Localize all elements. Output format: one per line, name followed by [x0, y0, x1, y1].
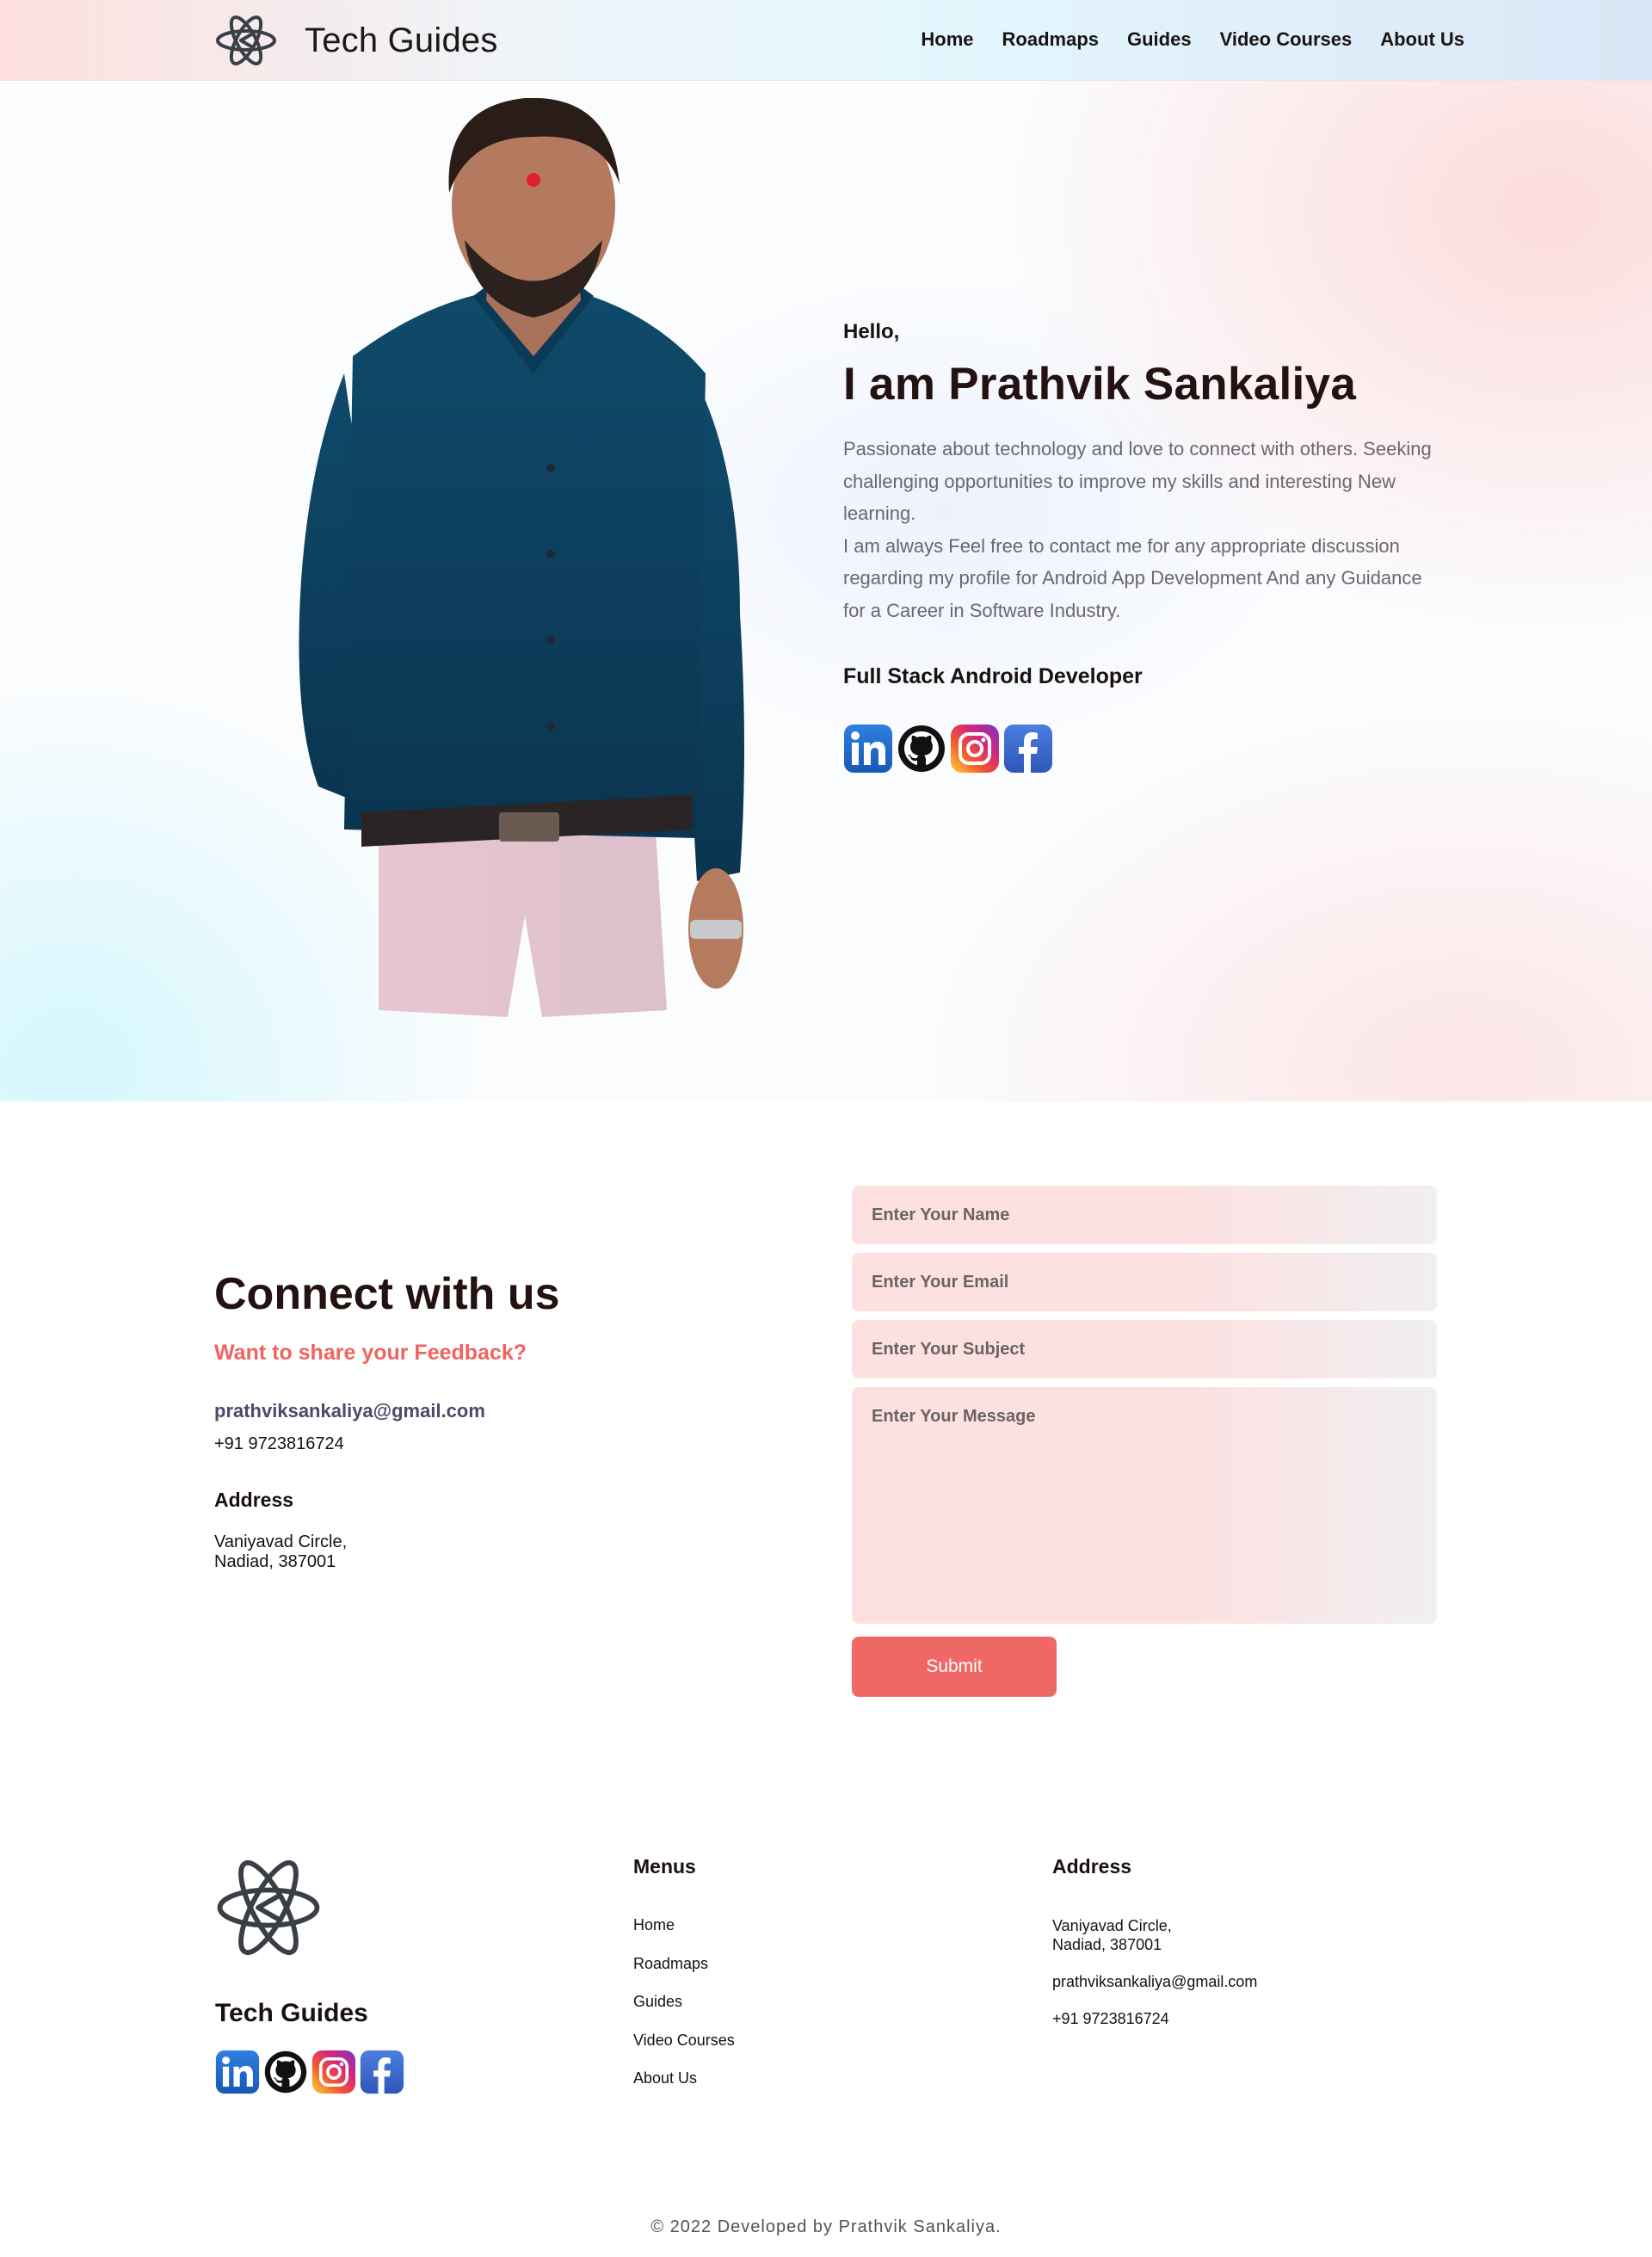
brand-link[interactable]: Tech Guides: [215, 12, 498, 69]
brand-name: Tech Guides: [305, 21, 498, 59]
nav-roadmaps[interactable]: Roadmaps: [1002, 28, 1099, 51]
footer-link-about-us[interactable]: About Us: [633, 2069, 697, 2087]
top-navbar: Tech Guides Home Roadmaps Guides Video C…: [0, 0, 1652, 81]
profile-photo: [299, 98, 744, 1017]
atom-logo-icon: [216, 15, 276, 65]
contact-form: Submit: [852, 1186, 1437, 1697]
footer-social-links: [215, 2050, 404, 2094]
facebook-icon[interactable]: [360, 2050, 404, 2094]
footer-menus-heading: Menus: [633, 1855, 696, 1878]
footer-atom-logo-icon[interactable]: [215, 1852, 322, 1964]
github-icon[interactable]: [263, 2050, 308, 2094]
nav-home[interactable]: Home: [921, 28, 973, 51]
instagram-icon[interactable]: [950, 724, 1000, 774]
github-icon[interactable]: [897, 724, 946, 774]
message-textarea[interactable]: [852, 1387, 1437, 1624]
instagram-icon[interactable]: [311, 2050, 356, 2094]
footer-link-home[interactable]: Home: [633, 1916, 675, 1933]
main-menu: Home Roadmaps Guides Video Courses About…: [921, 28, 1464, 51]
footer-menu-item: Home: [633, 1916, 735, 1955]
footer-address-line2: Nadiad, 387001: [1052, 1936, 1162, 1953]
contact-address-line1: Vaniyavad Circle,: [214, 1532, 348, 1551]
nav-guides[interactable]: Guides: [1127, 28, 1192, 51]
contact-address-heading: Address: [214, 1489, 294, 1511]
contact-address: Vaniyavad Circle, Nadiad, 387001: [214, 1532, 730, 1572]
contact-info: Connect with us Want to share your Feedb…: [214, 1268, 730, 1572]
copyright: © 2022 Developed by Prathvik Sankaliya.: [650, 2217, 1002, 2236]
footer-address: Address Vaniyavad Circle, Nadiad, 387001…: [1052, 1855, 1257, 2028]
hero-text: Hello, I am Prathvik Sankaliya Passionat…: [843, 320, 1446, 774]
footer-menu-list: Home Roadmaps Guides Video Courses About…: [633, 1916, 735, 2108]
footer-link-guides[interactable]: Guides: [633, 1993, 682, 2010]
footer-brand: Tech Guides: [215, 1999, 368, 2027]
footer-menus: Menus Home Roadmaps Guides Video Courses…: [633, 1855, 735, 2108]
hero-description: Passionate about technology and love to …: [843, 433, 1446, 626]
hero-section: Hello, I am Prathvik Sankaliya Passionat…: [0, 81, 1652, 1101]
footer-link-roadmaps[interactable]: Roadmaps: [633, 1955, 708, 1972]
name-input[interactable]: [852, 1186, 1437, 1244]
contact-subtitle: Want to share your Feedback?: [214, 1341, 527, 1365]
footer-menu-item: Video Courses: [633, 2032, 735, 2070]
hero-description-2: I am always Feel free to contact me for …: [843, 534, 1422, 621]
contact-address-line2: Nadiad, 387001: [214, 1552, 336, 1571]
footer-address-line1: Vaniyavad Circle,: [1052, 1917, 1172, 1934]
footer-address-text: Vaniyavad Circle, Nadiad, 387001: [1052, 1916, 1257, 1954]
footer-menu-item: About Us: [633, 2069, 735, 2108]
footer-address-heading: Address: [1052, 1855, 1132, 1878]
hero-title: I am Prathvik Sankaliya: [843, 359, 1357, 410]
nav-about-us[interactable]: About Us: [1380, 28, 1464, 51]
subject-input[interactable]: [852, 1320, 1437, 1378]
facebook-icon[interactable]: [1003, 724, 1053, 774]
contact-email[interactable]: prathviksankaliya@gmail.com: [214, 1400, 730, 1422]
email-input[interactable]: [852, 1253, 1437, 1311]
hero-social-links: [843, 724, 1446, 774]
hero-role: Full Stack Android Developer: [843, 664, 1143, 688]
contact-title: Connect with us: [214, 1269, 560, 1319]
submit-button[interactable]: Submit: [852, 1637, 1057, 1697]
contact-phone: +91 9723816724: [214, 1434, 344, 1453]
nav-video-courses[interactable]: Video Courses: [1220, 28, 1353, 51]
footer-phone: +91 9723816724: [1052, 2010, 1169, 2027]
footer-email[interactable]: prathviksankaliya@gmail.com: [1052, 1973, 1257, 1991]
footer-menu-item: Guides: [633, 1993, 735, 2032]
footer-link-video-courses[interactable]: Video Courses: [633, 2032, 735, 2049]
footer-menu-item: Roadmaps: [633, 1955, 735, 1994]
hero-greeting: Hello,: [843, 320, 900, 343]
hero-description-1: Passionate about technology and love to …: [843, 438, 1432, 524]
linkedin-icon[interactable]: [843, 724, 893, 774]
linkedin-icon[interactable]: [215, 2050, 260, 2094]
